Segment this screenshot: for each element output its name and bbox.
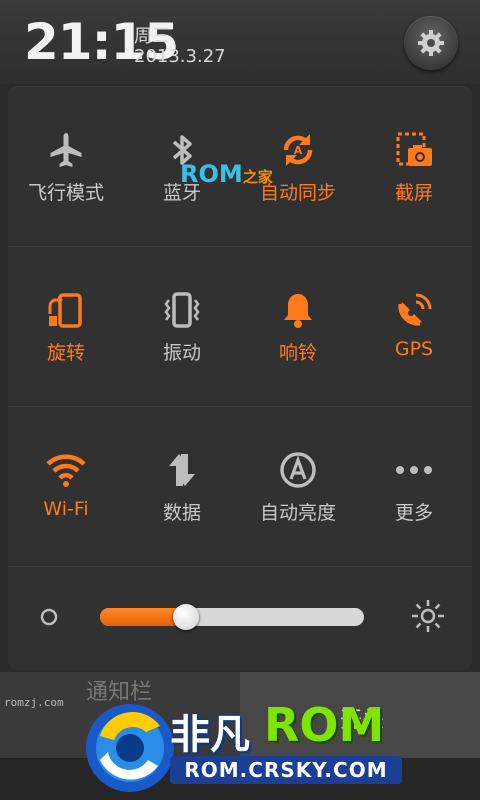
brightness-high-icon (412, 600, 444, 632)
auto-brightness-icon (280, 452, 316, 488)
watermark-mid-logo: ROM之家 (180, 160, 273, 188)
toggle-vibrate[interactable]: 振动 (124, 246, 240, 406)
toggle-row: Wi-Fi 数据 自动亮度 更多 (8, 406, 472, 567)
toggle-wifi[interactable]: Wi-Fi (8, 406, 124, 566)
wifi-icon (46, 454, 86, 487)
toggle-label: GPS (394, 338, 434, 360)
toggle-screenshot[interactable]: 截屏 (356, 86, 472, 246)
watermark-brand-url: ROM.CRSKY.COM (170, 756, 402, 784)
rotate-icon (48, 293, 82, 328)
screenshot-icon (396, 132, 432, 166)
toggle-label: 自动亮度 (259, 502, 336, 524)
toggle-rotate[interactable]: 旋转 (8, 246, 124, 406)
toggle-mobile-data[interactable]: 数据 (124, 406, 240, 566)
more-icon (396, 466, 432, 474)
toggle-label: Wi-Fi (43, 498, 89, 520)
vibrate-icon (164, 292, 200, 328)
brightness-slider-fill (100, 608, 184, 626)
toggle-label: 截屏 (394, 182, 433, 204)
toggle-label: 旋转 (46, 342, 85, 364)
sync-icon: A (283, 134, 313, 166)
brightness-control (8, 566, 472, 670)
weekday-label: 周三 (134, 26, 170, 47)
toggle-ring[interactable]: 响铃 (240, 246, 356, 406)
toggle-gps[interactable]: GPS (356, 246, 472, 406)
watermark-small-url: romzj.com (4, 696, 64, 709)
bottom-area: 通知栏 开关 romzj.com 非凡 ROM ROM.CRSKY.COM (0, 672, 480, 800)
brightness-slider-thumb[interactable] (173, 604, 199, 630)
watermark-mid-rom: ROM (180, 160, 243, 188)
brightness-slider[interactable] (100, 608, 364, 626)
toggle-label: 振动 (162, 342, 201, 364)
date-label: 2013.3.27 (134, 46, 226, 67)
airplane-icon (50, 133, 82, 167)
toggle-label: 飞行模式 (27, 182, 104, 204)
svg-text:A: A (294, 144, 303, 157)
toggle-row: 旋转 振动 响铃 GPS (8, 246, 472, 407)
toggle-auto-brightness[interactable]: 自动亮度 (240, 406, 356, 566)
watermark-mid-suffix: 之家 (242, 168, 273, 186)
toggle-label: 更多 (394, 502, 433, 524)
data-icon (169, 454, 195, 486)
bell-icon (284, 294, 312, 328)
gps-icon (398, 293, 432, 326)
notification-header: 21:15 周三 2013.3.27 (0, 0, 480, 84)
watermark-brand-cn: 非凡 (170, 712, 250, 758)
toggle-airplane[interactable]: 飞行模式 (8, 86, 124, 246)
watermark-logo-icon (86, 704, 174, 792)
brightness-low-icon (40, 608, 58, 626)
toggle-more[interactable]: 更多 (356, 406, 472, 566)
toggle-label: 响铃 (278, 342, 317, 364)
gear-icon (418, 30, 444, 56)
settings-button[interactable] (404, 16, 458, 70)
toggle-label: 数据 (162, 502, 201, 524)
watermark-brand-rom: ROM (264, 698, 385, 752)
